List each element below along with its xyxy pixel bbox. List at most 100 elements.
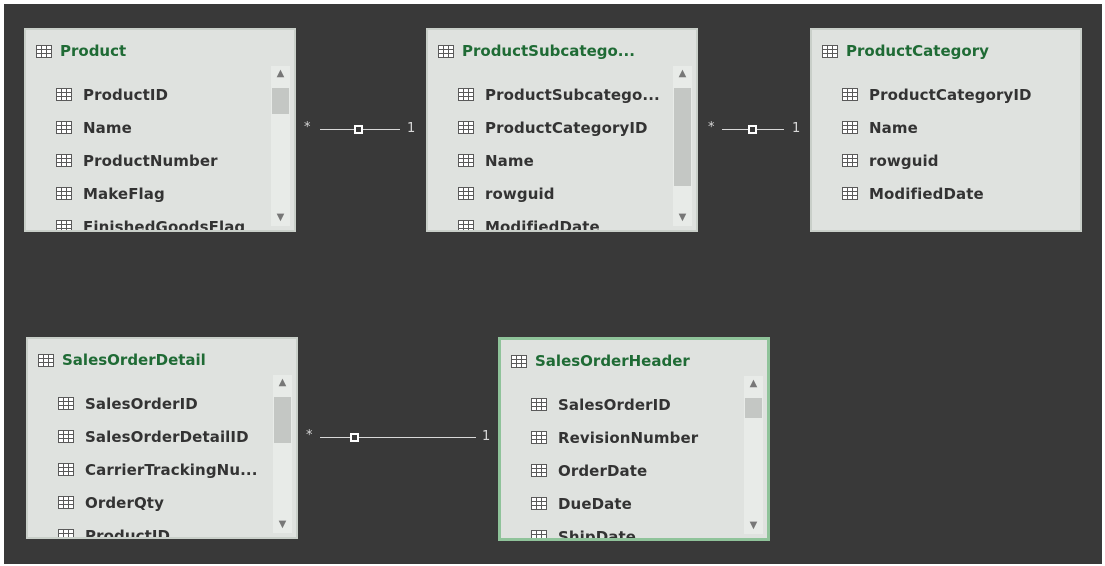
cardinality-many-label: * bbox=[304, 120, 311, 135]
field-row[interactable]: RevisionNumber bbox=[531, 421, 698, 454]
column-icon bbox=[56, 121, 72, 134]
field-list: SalesOrderID SalesOrderDetailID CarrierT… bbox=[58, 387, 258, 537]
field-row[interactable]: Name bbox=[842, 111, 1032, 144]
chevron-up-icon[interactable]: ▲ bbox=[673, 66, 692, 82]
scrollbar-thumb[interactable] bbox=[274, 397, 291, 443]
column-icon bbox=[531, 497, 547, 510]
field-name: ProductCategoryID bbox=[869, 85, 1032, 104]
chevron-down-icon[interactable]: ▼ bbox=[273, 517, 292, 533]
column-icon bbox=[56, 88, 72, 101]
field-row[interactable]: ProductCategoryID bbox=[458, 111, 660, 144]
field-row[interactable]: ModifiedDate bbox=[458, 210, 660, 232]
field-name: ShipDate bbox=[558, 527, 637, 541]
field-row[interactable]: DueDate bbox=[531, 487, 698, 520]
chevron-down-icon[interactable]: ▼ bbox=[271, 210, 290, 226]
column-icon bbox=[531, 431, 547, 444]
scrollbar-thumb[interactable] bbox=[674, 88, 691, 186]
field-name: Name bbox=[485, 151, 534, 170]
relationship-line[interactable] bbox=[320, 437, 476, 438]
table-header[interactable]: ProductCategory bbox=[822, 40, 989, 62]
field-name: ModifiedDate bbox=[869, 184, 984, 203]
field-list: ProductCategoryID Name rowguid ModifiedD… bbox=[842, 78, 1032, 210]
field-row[interactable]: Name bbox=[56, 111, 245, 144]
column-icon bbox=[531, 530, 547, 538]
table-card-product[interactable]: Product ProductID Name ProductNumber Mak… bbox=[24, 28, 296, 232]
column-icon bbox=[842, 187, 858, 200]
scrollbar-thumb[interactable] bbox=[272, 88, 289, 114]
column-icon bbox=[58, 463, 74, 476]
cardinality-one-label: 1 bbox=[482, 429, 491, 444]
table-header[interactable]: ProductSubcatego... bbox=[438, 40, 635, 62]
table-card-product-category[interactable]: ProductCategory ProductCategoryID Name r… bbox=[810, 28, 1082, 232]
cardinality-many-label: * bbox=[708, 120, 715, 135]
field-row[interactable]: MakeFlag bbox=[56, 177, 245, 210]
table-card-sales-order-header[interactable]: SalesOrderHeader SalesOrderID RevisionNu… bbox=[498, 337, 770, 541]
table-header[interactable]: Product bbox=[36, 40, 126, 62]
table-title: SalesOrderDetail bbox=[62, 351, 206, 369]
chevron-up-icon[interactable]: ▲ bbox=[271, 66, 290, 82]
field-list: ProductID Name ProductNumber MakeFlag Fi… bbox=[56, 78, 246, 232]
field-name: OrderQty bbox=[85, 493, 164, 512]
field-name: ProductNumber bbox=[83, 151, 218, 170]
chevron-down-icon[interactable]: ▼ bbox=[673, 210, 692, 226]
field-name: rowguid bbox=[869, 151, 939, 170]
relationship-connector[interactable]: * 1 bbox=[304, 120, 424, 140]
relationship-connector[interactable]: * 1 bbox=[306, 428, 496, 448]
field-row[interactable]: OrderQty bbox=[58, 486, 258, 519]
field-row[interactable]: OrderDate bbox=[531, 454, 698, 487]
field-name: rowguid bbox=[485, 184, 555, 203]
scrollbar[interactable]: ▲ ▼ bbox=[744, 376, 763, 534]
table-card-product-subcategory[interactable]: ProductSubcatego... ProductSubcatego... … bbox=[426, 28, 698, 232]
field-row[interactable]: SalesOrderID bbox=[58, 387, 258, 420]
column-icon bbox=[842, 154, 858, 167]
table-title: ProductSubcatego... bbox=[462, 42, 635, 60]
column-icon bbox=[58, 529, 74, 537]
column-icon bbox=[842, 121, 858, 134]
field-row[interactable]: ProductID bbox=[56, 78, 245, 111]
field-name: Name bbox=[83, 118, 132, 137]
scrollbar[interactable]: ▲ ▼ bbox=[673, 66, 692, 226]
field-name: SalesOrderID bbox=[558, 395, 671, 414]
column-icon bbox=[458, 220, 474, 230]
scrollbar[interactable]: ▲ ▼ bbox=[271, 66, 290, 226]
column-icon bbox=[531, 464, 547, 477]
field-row[interactable]: rowguid bbox=[842, 144, 1032, 177]
field-row[interactable]: Name bbox=[458, 144, 660, 177]
chevron-up-icon[interactable]: ▲ bbox=[273, 375, 292, 391]
field-row[interactable]: FinishedGoodsFlag bbox=[56, 210, 246, 232]
model-diagram-canvas[interactable]: Product ProductID Name ProductNumber Mak… bbox=[4, 4, 1102, 564]
chevron-down-icon[interactable]: ▼ bbox=[744, 518, 763, 534]
field-row[interactable]: SalesOrderID bbox=[531, 388, 698, 421]
field-row[interactable]: rowguid bbox=[458, 177, 660, 210]
field-name: MakeFlag bbox=[83, 184, 165, 203]
table-card-sales-order-detail[interactable]: SalesOrderDetail SalesOrderID SalesOrder… bbox=[26, 337, 298, 539]
scrollbar-thumb[interactable] bbox=[745, 398, 762, 418]
table-title: SalesOrderHeader bbox=[535, 352, 690, 370]
field-row[interactable]: CarrierTrackingNu... bbox=[58, 453, 258, 486]
field-row[interactable]: SalesOrderDetailID bbox=[58, 420, 258, 453]
column-icon bbox=[58, 397, 74, 410]
cardinality-many-label: * bbox=[306, 428, 313, 443]
field-list: SalesOrderID RevisionNumber OrderDate Du… bbox=[531, 388, 698, 541]
field-name: FinishedGoodsFlag bbox=[83, 217, 246, 232]
table-header[interactable]: SalesOrderDetail bbox=[38, 349, 206, 371]
relationship-connector[interactable]: * 1 bbox=[708, 120, 808, 140]
table-header[interactable]: SalesOrderHeader bbox=[511, 350, 690, 372]
table-icon bbox=[36, 44, 52, 58]
field-row[interactable]: ProductID bbox=[58, 519, 258, 537]
field-row[interactable]: ProductCategoryID bbox=[842, 78, 1032, 111]
field-row[interactable]: ShipDate bbox=[531, 520, 698, 541]
field-row[interactable]: ModifiedDate bbox=[842, 177, 1032, 210]
field-row[interactable]: ProductSubcatego... bbox=[458, 78, 660, 111]
column-icon bbox=[58, 496, 74, 509]
field-list: ProductSubcatego... ProductCategoryID Na… bbox=[458, 78, 660, 232]
table-icon bbox=[438, 44, 454, 58]
field-name: ModifiedDate bbox=[485, 217, 600, 232]
scrollbar[interactable]: ▲ ▼ bbox=[273, 375, 292, 533]
column-icon bbox=[58, 430, 74, 443]
filter-direction-marker bbox=[350, 433, 359, 442]
field-name: ProductCategoryID bbox=[485, 118, 648, 137]
chevron-up-icon[interactable]: ▲ bbox=[744, 376, 763, 392]
field-row[interactable]: ProductNumber bbox=[56, 144, 245, 177]
filter-direction-marker bbox=[748, 125, 757, 134]
